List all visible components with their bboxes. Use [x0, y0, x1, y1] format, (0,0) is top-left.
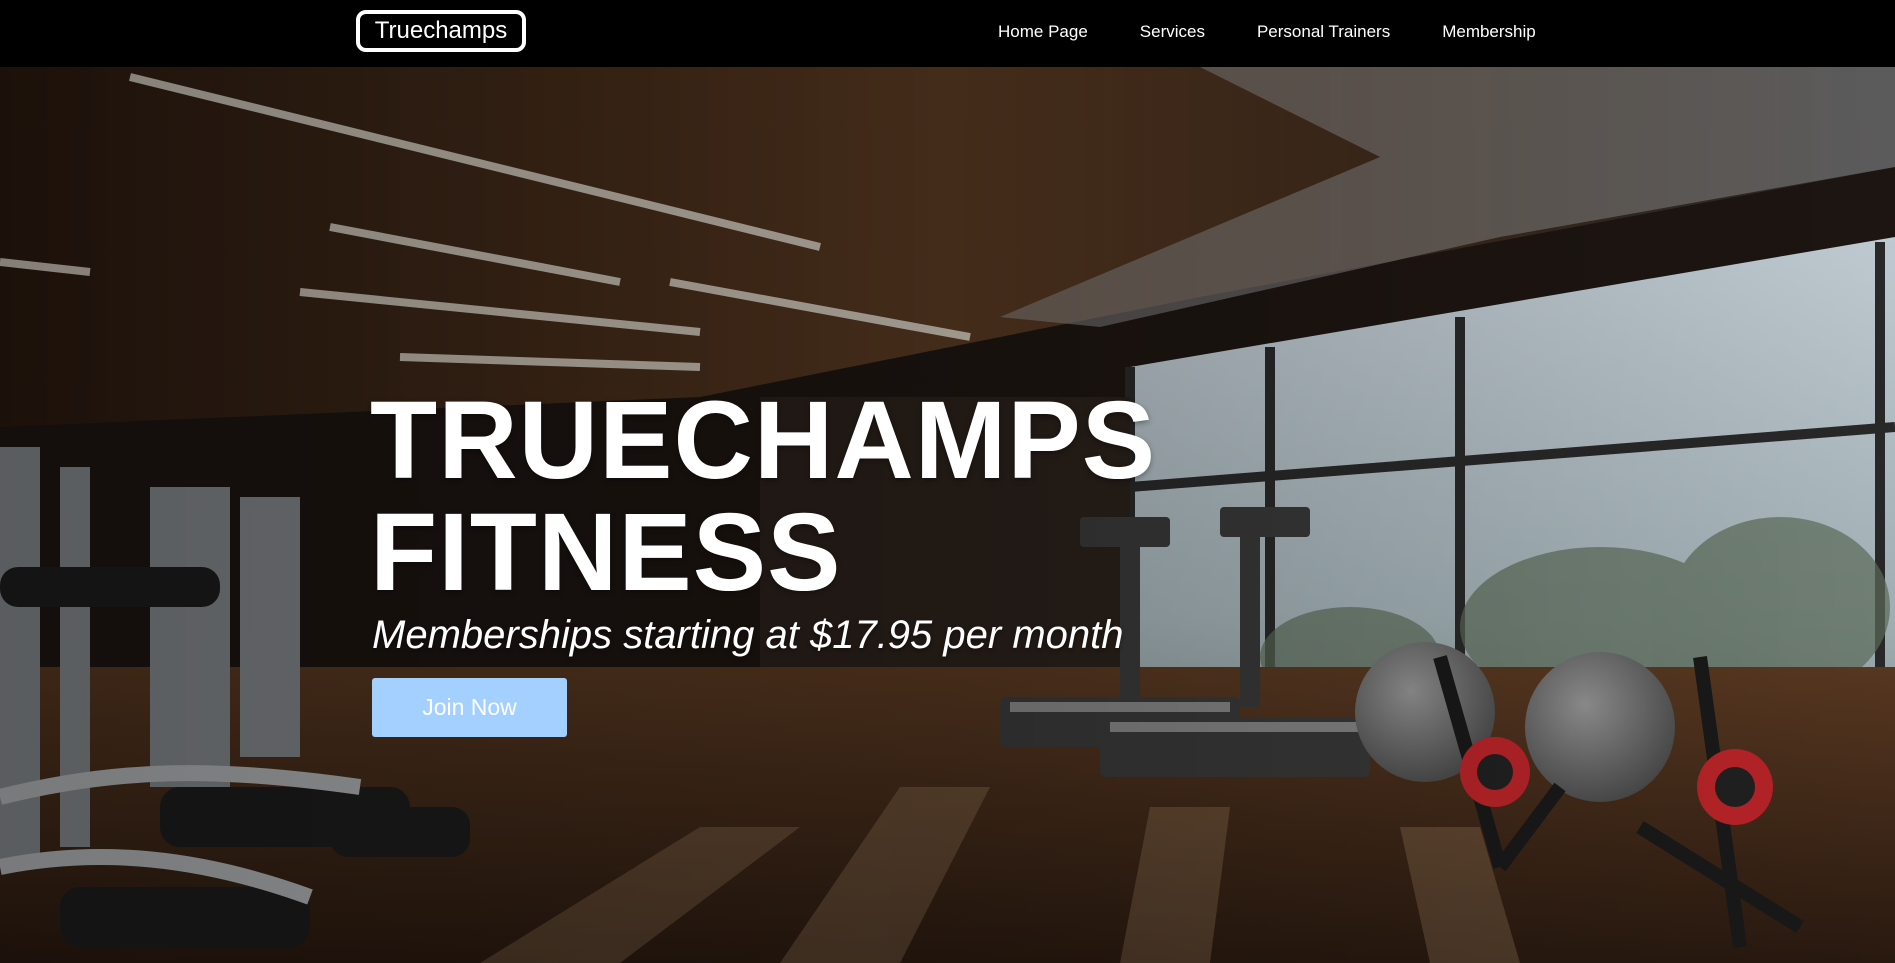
hero-title: TRUECHAMPS FITNESS [370, 385, 1156, 609]
join-now-button[interactable]: Join Now [372, 678, 567, 737]
hero-section: TRUECHAMPS FITNESS Memberships starting … [0, 67, 1895, 963]
nav-links: Home Page Services Personal Trainers Mem… [998, 0, 1588, 63]
nav-personal-trainers[interactable]: Personal Trainers [1257, 22, 1390, 42]
logo-button[interactable]: Truechamps [356, 10, 526, 52]
hero-title-line-2: FITNESS [370, 491, 842, 614]
hero-subtitle: Memberships starting at $17.95 per month [372, 613, 1124, 657]
nav-services[interactable]: Services [1140, 22, 1205, 42]
nav-home-page[interactable]: Home Page [998, 22, 1088, 42]
hero-title-line-1: TRUECHAMPS [370, 379, 1157, 502]
nav-membership[interactable]: Membership [1442, 22, 1536, 42]
navbar: Truechamps Home Page Services Personal T… [0, 0, 1895, 67]
